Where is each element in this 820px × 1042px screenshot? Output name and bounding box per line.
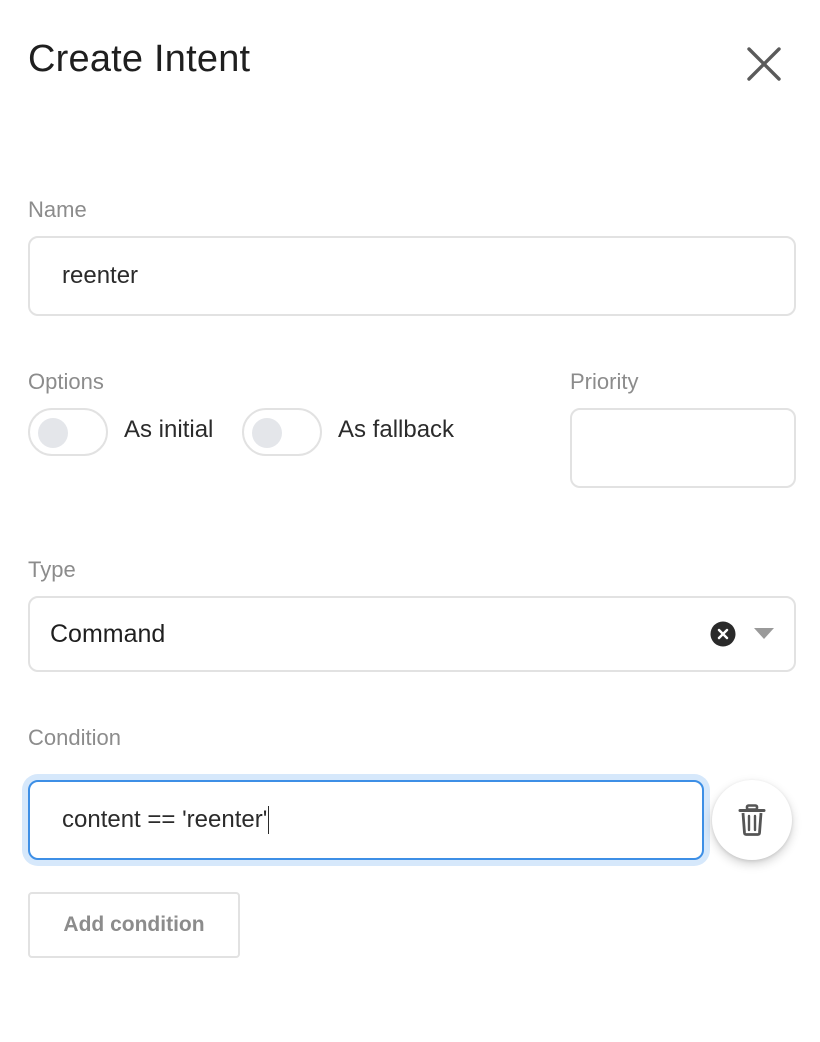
- priority-input[interactable]: [570, 408, 796, 488]
- name-input-value: reenter: [62, 262, 139, 289]
- condition-label: Condition: [28, 725, 121, 750]
- options-label: Options: [28, 369, 104, 394]
- name-input[interactable]: reenter: [28, 236, 796, 316]
- condition-input-value: content == 'reenter': [62, 806, 268, 833]
- page-title: Create Intent: [28, 38, 251, 80]
- type-select[interactable]: Command: [28, 596, 796, 672]
- close-button[interactable]: [740, 40, 788, 88]
- as-fallback-toggle[interactable]: [242, 408, 322, 456]
- type-label: Type: [28, 557, 76, 582]
- condition-input[interactable]: content == 'reenter': [28, 780, 704, 860]
- priority-label: Priority: [570, 369, 639, 394]
- add-condition-button[interactable]: Add condition: [28, 892, 240, 958]
- as-initial-label: As initial: [124, 416, 214, 443]
- as-fallback-label: As fallback: [338, 416, 455, 443]
- close-icon: [747, 47, 781, 81]
- text-caret: [268, 806, 270, 834]
- trash-icon: [738, 804, 766, 836]
- toggle-knob: [38, 418, 68, 448]
- create-intent-panel: Create Intent Name reenter Options As in…: [0, 0, 820, 1042]
- clear-circle-icon[interactable]: [710, 621, 736, 647]
- chevron-down-icon[interactable]: [754, 628, 774, 640]
- delete-condition-button[interactable]: [712, 780, 792, 860]
- type-select-value: Command: [50, 620, 166, 648]
- as-initial-toggle[interactable]: [28, 408, 108, 456]
- name-label: Name: [28, 197, 87, 222]
- toggle-knob: [252, 418, 282, 448]
